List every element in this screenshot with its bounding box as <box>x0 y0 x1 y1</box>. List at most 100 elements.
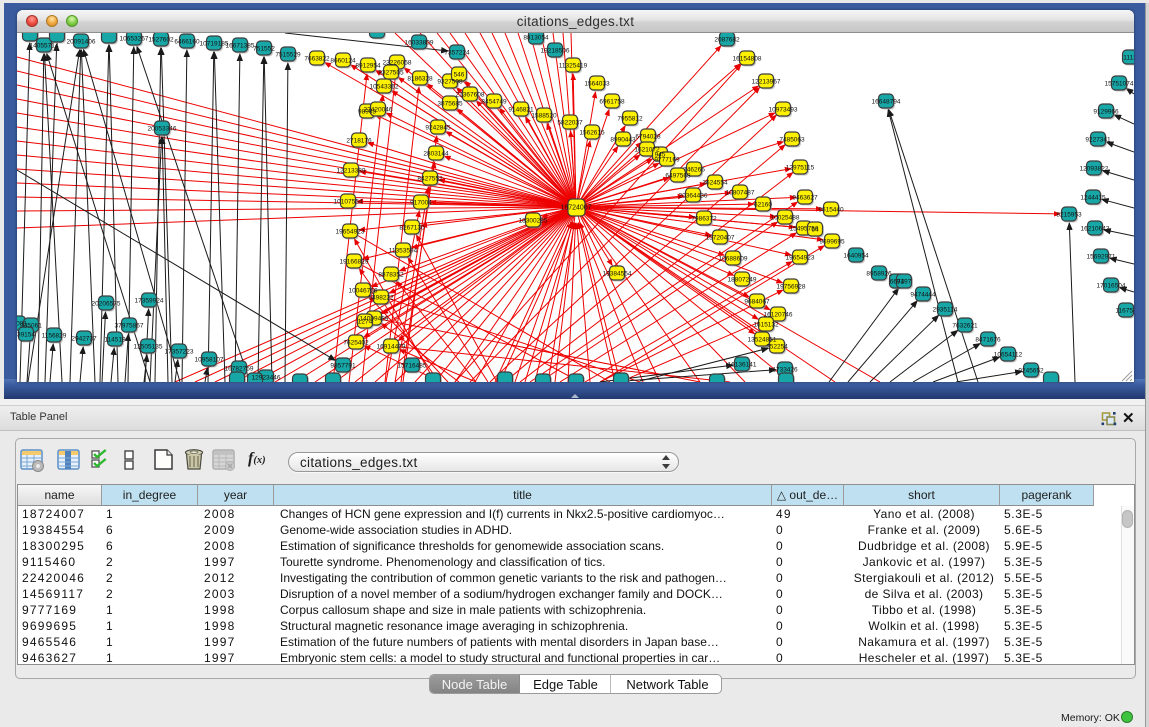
svg-text:9245652: 9245652 <box>1018 367 1044 374</box>
svg-text:8267130: 8267130 <box>399 224 425 231</box>
svg-text:12213967: 12213967 <box>752 78 781 85</box>
svg-text:7955812: 7955812 <box>617 115 643 122</box>
svg-text:9777169: 9777169 <box>654 156 680 163</box>
svg-text:15720407: 15720407 <box>706 234 735 241</box>
svg-text:37975867: 37975867 <box>115 322 144 329</box>
svg-text:6466160: 6466160 <box>174 38 200 45</box>
svg-text:13524851: 13524851 <box>748 336 777 343</box>
svg-text:16648794: 16648794 <box>872 98 901 105</box>
svg-text:9463627: 9463627 <box>792 194 818 201</box>
svg-text:9129966: 9129966 <box>1093 108 1119 115</box>
svg-text:16782759: 16782759 <box>225 365 254 372</box>
svg-text:2942737: 2942737 <box>71 335 97 342</box>
svg-text:16671385: 16671385 <box>226 42 255 49</box>
svg-text:62160: 62160 <box>754 201 772 208</box>
svg-text:17016504: 17016504 <box>1097 282 1126 289</box>
svg-text:11325419: 11325419 <box>559 62 588 69</box>
svg-text:1588520: 1588520 <box>531 112 557 119</box>
svg-text:116753: 116753 <box>1115 307 1134 314</box>
svg-text:9684067: 9684067 <box>744 298 770 305</box>
svg-text:17357223: 17357223 <box>165 348 194 355</box>
svg-text:7663822: 7663822 <box>304 55 330 62</box>
svg-text:917004: 917004 <box>410 199 432 206</box>
svg-text:2087682: 2087682 <box>714 36 740 43</box>
svg-text:546: 546 <box>454 71 465 78</box>
svg-text:20364436: 20364436 <box>679 192 708 199</box>
svg-text:10025488: 10025488 <box>771 214 800 221</box>
svg-text:16033809: 16033809 <box>405 39 434 46</box>
svg-text:9327508: 9327508 <box>437 78 463 85</box>
svg-text:8454749: 8454749 <box>481 98 507 105</box>
svg-text:8471676: 8471676 <box>975 336 1001 343</box>
svg-text:751552: 751552 <box>253 45 275 52</box>
svg-text:8990443: 8990443 <box>610 136 636 143</box>
svg-text:9146821: 9146821 <box>508 106 534 113</box>
svg-text:9197: 9197 <box>897 278 912 285</box>
svg-text:1733426: 1733426 <box>772 366 798 373</box>
svg-text:18724007: 18724007 <box>560 205 591 212</box>
svg-text:5498222: 5498222 <box>368 294 394 301</box>
svg-text:9615440: 9615440 <box>818 206 844 213</box>
svg-text:15751074: 15751074 <box>1105 80 1134 87</box>
svg-text:7625402: 7625402 <box>343 339 369 346</box>
svg-text:9227341: 9227341 <box>1085 136 1111 143</box>
svg-text:16154808: 16154808 <box>733 55 762 62</box>
svg-text:8660124: 8660124 <box>330 57 356 64</box>
svg-text:18300295: 18300295 <box>519 217 548 224</box>
svg-text:22420046: 22420046 <box>364 106 393 113</box>
svg-text:15716485: 15716485 <box>398 362 427 369</box>
svg-text:8427552: 8427552 <box>417 175 443 182</box>
svg-text:64: 64 <box>811 226 819 233</box>
svg-text:1527602: 1527602 <box>148 36 174 43</box>
svg-text:114519: 114519 <box>104 336 126 343</box>
svg-text:1156829: 1156829 <box>42 332 67 339</box>
svg-text:7515529: 7515529 <box>275 51 301 58</box>
svg-text:16210643: 16210643 <box>1081 225 1110 232</box>
svg-text:1244415: 1244415 <box>1080 194 1106 201</box>
svg-text:10107554: 10107554 <box>334 198 363 205</box>
svg-text:12213389: 12213389 <box>337 167 366 174</box>
svg-text:9474444: 9474444 <box>910 291 936 298</box>
svg-text:1615132: 1615132 <box>753 321 779 328</box>
svg-text:2803144: 2803144 <box>423 150 449 157</box>
svg-text:1112: 1112 <box>1123 54 1134 61</box>
svg-text:8186328: 8186328 <box>407 75 433 82</box>
svg-text:3875685: 3875685 <box>437 100 463 107</box>
svg-text:5822037: 5822037 <box>557 119 583 126</box>
svg-text:20206575: 20206575 <box>92 300 121 307</box>
svg-text:10807487: 10807487 <box>726 189 755 196</box>
svg-text:10973493: 10973493 <box>769 106 798 113</box>
svg-text:1274: 1274 <box>358 318 373 325</box>
svg-text:335061: 335061 <box>20 322 42 329</box>
svg-text:9699695: 9699695 <box>819 238 845 245</box>
svg-text:19756928: 19756928 <box>777 283 806 290</box>
svg-text:8958926: 8958926 <box>866 270 892 277</box>
svg-text:12093822: 12093822 <box>1080 165 1109 172</box>
svg-text:19654923: 19654923 <box>336 228 365 235</box>
svg-text:1640954: 1640954 <box>843 252 869 259</box>
svg-text:12505135: 12505135 <box>134 343 163 350</box>
svg-text:20053346: 20053346 <box>148 125 177 132</box>
svg-text:21367608: 21367608 <box>456 91 485 98</box>
svg-text:3624554: 3624554 <box>702 179 728 186</box>
svg-text:19218506: 19218506 <box>541 47 570 54</box>
svg-text:10543362: 10543362 <box>370 83 399 90</box>
svg-text:10653267: 10653267 <box>120 35 149 42</box>
svg-text:7632621: 7632621 <box>952 322 978 329</box>
svg-text:14055714: 14055714 <box>30 42 59 49</box>
svg-text:23226058: 23226058 <box>383 59 412 66</box>
svg-text:12975115: 12975115 <box>786 164 815 171</box>
svg-text:2935114: 2935114 <box>933 306 958 313</box>
svg-text:18807249: 18807249 <box>728 276 757 283</box>
svg-text:6794028: 6794028 <box>635 133 661 140</box>
svg-text:10688609: 10688609 <box>719 255 748 262</box>
svg-text:16136141: 16136141 <box>728 361 757 368</box>
svg-text:8878352: 8878352 <box>378 271 404 278</box>
svg-text:19166829: 19166829 <box>340 258 369 265</box>
svg-text:1562615: 1562615 <box>579 129 605 136</box>
svg-text:7485063: 7485063 <box>779 136 805 143</box>
svg-text:252254: 252254 <box>766 343 788 350</box>
svg-text:10958107: 10958107 <box>195 356 224 363</box>
svg-text:19384554: 19384554 <box>603 270 632 277</box>
svg-text:7986372: 7986372 <box>691 215 717 222</box>
